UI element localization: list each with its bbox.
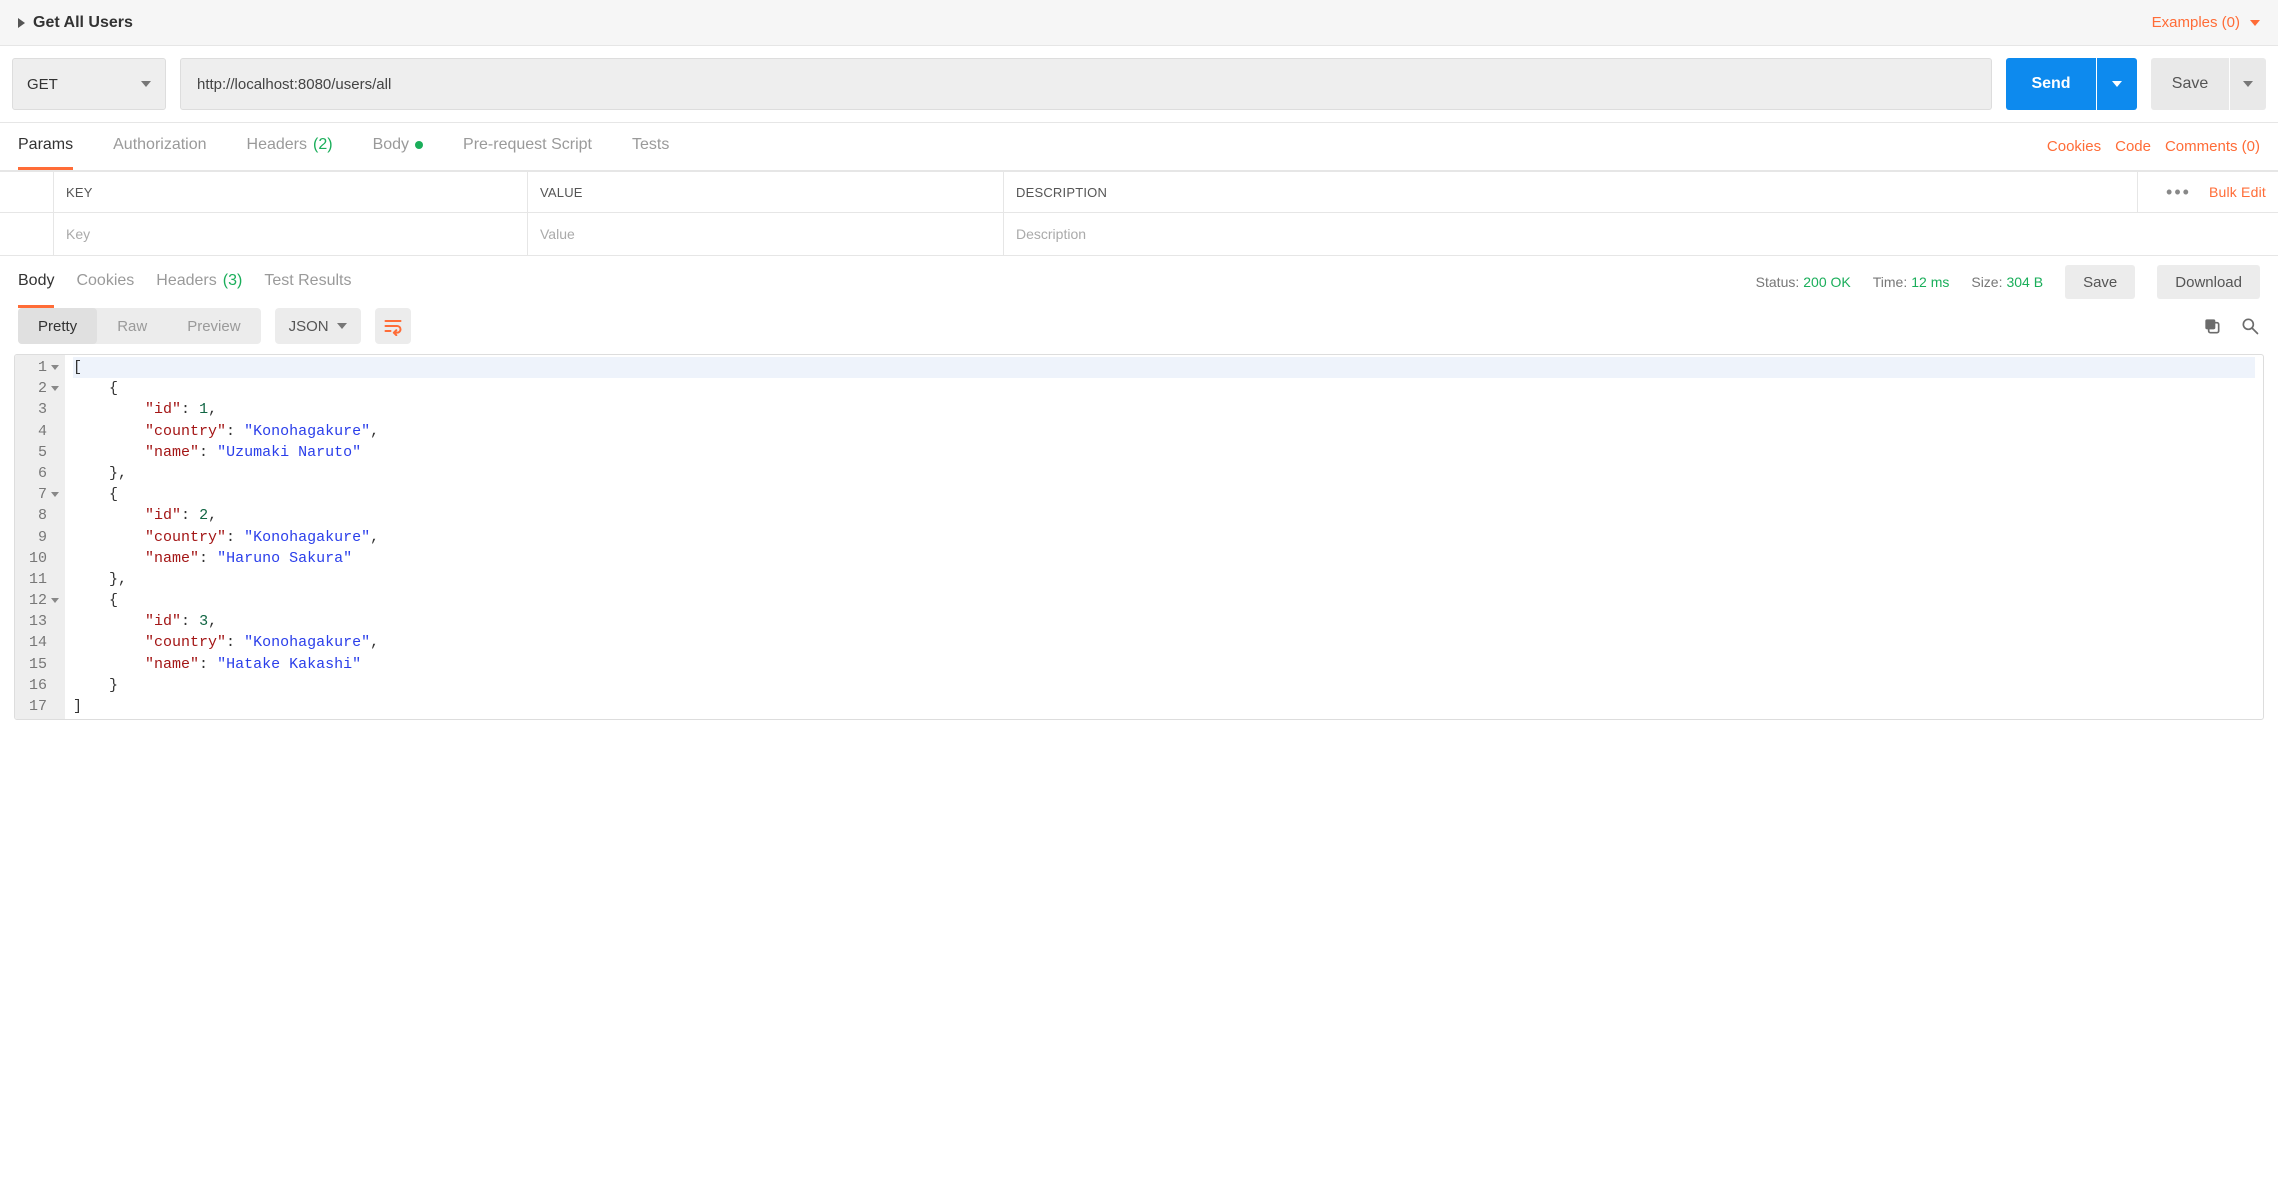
line-wrap-button[interactable] — [375, 308, 411, 344]
tab-tests[interactable]: Tests — [632, 123, 669, 170]
url-value: http://localhost:8080/users/all — [197, 76, 391, 93]
examples-dropdown[interactable]: Examples (0) — [2152, 14, 2260, 31]
http-method-select[interactable]: GET — [12, 58, 166, 110]
search-icon[interactable] — [2240, 316, 2260, 336]
response-body-toolbar: Pretty Raw Preview JSON — [0, 308, 2278, 354]
save-response-button[interactable]: Save — [2065, 265, 2135, 299]
tab-label: Headers — [156, 272, 216, 290]
tab-params[interactable]: Params — [18, 123, 73, 170]
tab-label: Test Results — [264, 272, 351, 290]
tab-label: Body — [373, 136, 409, 154]
bulk-edit-link[interactable]: Bulk Edit — [2209, 184, 2266, 200]
time-value: 12 ms — [1911, 274, 1949, 290]
tab-label: Pre-request Script — [463, 136, 592, 154]
param-value-input[interactable]: Value — [528, 213, 1004, 255]
tab-prerequest-script[interactable]: Pre-request Script — [463, 123, 592, 170]
resp-tab-test-results[interactable]: Test Results — [264, 256, 351, 308]
language-value: JSON — [289, 318, 329, 335]
tab-authorization[interactable]: Authorization — [113, 123, 206, 170]
tab-label: Cookies — [76, 272, 134, 290]
collapse-icon[interactable] — [18, 18, 25, 28]
col-header-value: VALUE — [528, 171, 1004, 213]
col-header-key: KEY — [54, 171, 528, 213]
param-key-input[interactable]: Key — [54, 213, 528, 255]
request-title: Get All Users — [33, 14, 133, 32]
view-mode-tabs: Pretty Raw Preview — [18, 308, 261, 344]
caret-down-icon — [2243, 81, 2253, 87]
save-button[interactable]: Save — [2151, 58, 2229, 110]
http-method-value: GET — [27, 76, 58, 93]
response-header-row: Body Cookies Headers (3) Test Results St… — [0, 256, 2278, 308]
dot-indicator-icon — [415, 141, 423, 149]
size-label: Size: — [1971, 274, 2002, 290]
caret-down-icon — [141, 81, 151, 87]
request-tabs-row: Params Authorization Headers (2) Body Pr… — [0, 123, 2278, 171]
params-table: KEY VALUE DESCRIPTION ••• Bulk Edit Key … — [0, 171, 2278, 256]
resp-tab-cookies[interactable]: Cookies — [76, 256, 134, 308]
request-titlebar: Get All Users Examples (0) — [0, 0, 2278, 46]
resp-tab-body[interactable]: Body — [18, 256, 54, 308]
download-response-button[interactable]: Download — [2157, 265, 2260, 299]
col-header-description: DESCRIPTION — [1004, 171, 2138, 213]
status-value: 200 OK — [1803, 274, 1850, 290]
save-dropdown-button[interactable] — [2230, 58, 2266, 110]
url-bar: GET http://localhost:8080/users/all Send… — [0, 46, 2278, 123]
line-wrap-icon — [383, 316, 403, 336]
size-value: 304 B — [2006, 274, 2043, 290]
tab-count: (3) — [223, 272, 243, 290]
tab-body[interactable]: Body — [373, 123, 423, 170]
tab-label: Body — [18, 272, 54, 290]
line-number-gutter: 1 2 3 4 5 6 7 8 9 10 11 12 13 14 15 16 1… — [15, 355, 65, 719]
resp-tab-headers[interactable]: Headers (3) — [156, 256, 242, 308]
tab-count: (2) — [313, 136, 333, 154]
caret-down-icon — [337, 323, 347, 329]
tab-headers[interactable]: Headers (2) — [247, 123, 333, 170]
examples-label: Examples (0) — [2152, 14, 2240, 31]
view-mode-preview[interactable]: Preview — [167, 308, 260, 344]
copy-icon[interactable] — [2202, 316, 2222, 336]
comments-link[interactable]: Comments (0) — [2165, 138, 2260, 155]
param-description-input[interactable]: Description — [1004, 213, 2278, 255]
more-options-icon[interactable]: ••• — [2166, 182, 2191, 203]
language-select[interactable]: JSON — [275, 308, 361, 344]
tab-label: Tests — [632, 136, 669, 154]
response-body-source[interactable]: [ { "id": 1, "country": "Konohagakure", … — [65, 355, 2263, 719]
time-label: Time: — [1873, 274, 1907, 290]
send-button[interactable]: Send — [2006, 58, 2096, 110]
tab-label: Params — [18, 136, 73, 154]
response-body-viewer: 1 2 3 4 5 6 7 8 9 10 11 12 13 14 15 16 1… — [14, 354, 2264, 720]
url-input[interactable]: http://localhost:8080/users/all — [180, 58, 1992, 110]
cookies-link[interactable]: Cookies — [2047, 138, 2101, 155]
view-mode-raw[interactable]: Raw — [97, 308, 167, 344]
status-label: Status: — [1756, 274, 1800, 290]
caret-down-icon — [2250, 20, 2260, 26]
tab-label: Authorization — [113, 136, 206, 154]
caret-down-icon — [2112, 81, 2122, 87]
view-mode-pretty[interactable]: Pretty — [18, 308, 97, 344]
code-link[interactable]: Code — [2115, 138, 2151, 155]
send-dropdown-button[interactable] — [2097, 58, 2137, 110]
tab-label: Headers — [247, 136, 307, 154]
